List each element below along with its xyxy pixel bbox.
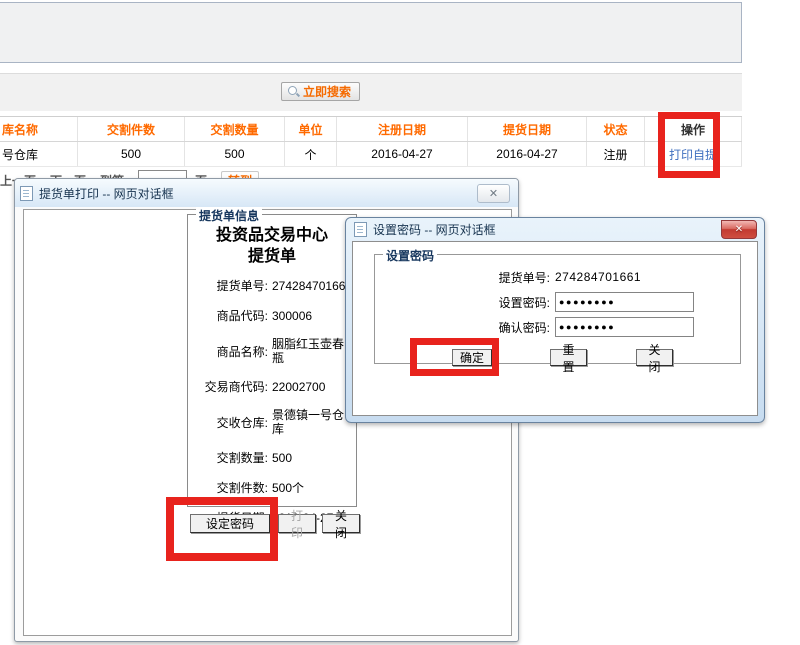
field-label: 交割数量: xyxy=(194,449,268,466)
doc-title-line2: 提货单 xyxy=(188,246,356,267)
order-number-value: 274284701661 xyxy=(555,270,641,284)
highlight-box-action-column xyxy=(658,112,720,178)
search-button[interactable]: 立即搜索 xyxy=(281,82,360,101)
quantity-value: 500 xyxy=(272,451,292,465)
reset-button[interactable]: 重置 xyxy=(550,349,587,366)
search-button-label: 立即搜索 xyxy=(303,83,351,100)
password-dialog-title: 设置密码 -- 网页对话框 xyxy=(373,221,496,238)
password-dialog-body: 设置密码 提货单号: 274284701661 设置密码: ●●●●●●●● 确… xyxy=(352,241,758,416)
cell-warehouse: 号仓库 xyxy=(0,142,78,166)
cell-delivery-quantity: 500 xyxy=(185,142,285,166)
order-number-label: 提货单号: xyxy=(375,269,550,286)
search-panel xyxy=(0,73,742,111)
print-button[interactable]: 打印 xyxy=(278,514,316,533)
field-label: 交收仓库: xyxy=(194,414,268,431)
cell-delivery-pieces: 500 xyxy=(78,142,185,166)
field-label: 商品代码: xyxy=(194,307,268,324)
print-dialog-titlebar: 提货单打印 -- 网页对话框 xyxy=(15,179,518,207)
header-warehouse: 库名称 xyxy=(0,117,78,141)
highlight-box-ok-button xyxy=(410,338,499,376)
set-password-input[interactable]: ●●●●●●●● xyxy=(555,292,694,312)
set-password-legend: 设置密码 xyxy=(383,247,437,264)
password-dialog-close-icon[interactable]: ✕ xyxy=(721,220,757,239)
document-icon xyxy=(20,186,33,201)
trader-code-value: 22002700 xyxy=(272,380,325,394)
header-pickup-date: 提货日期 xyxy=(468,117,587,141)
header-status: 状态 xyxy=(587,117,645,141)
password-dialog-titlebar: 设置密码 -- 网页对话框 xyxy=(346,218,764,241)
product-code-value: 300006 xyxy=(272,309,312,323)
confirm-password-label: 确认密码: xyxy=(375,319,550,336)
search-icon xyxy=(288,86,299,97)
cell-pickup-date: 2016-04-27 xyxy=(468,142,587,166)
doc-title-line1: 投资品交易中心 xyxy=(188,225,356,246)
cell-unit: 个 xyxy=(285,142,337,166)
set-password-label: 设置密码: xyxy=(375,294,550,311)
field-label: 交易商代码: xyxy=(194,378,268,395)
confirm-password-input[interactable]: ●●●●●●●● xyxy=(555,317,694,337)
close-button[interactable]: 关闭 xyxy=(322,514,360,533)
warehouse-value: 景德镇一号仓库 xyxy=(272,408,352,436)
close-button[interactable]: 关闭 xyxy=(636,349,673,366)
field-label: 交割件数: xyxy=(194,479,268,496)
print-dialog-title: 提货单打印 -- 网页对话框 xyxy=(39,185,174,202)
delivery-info-legend: 提货单信息 xyxy=(196,207,262,224)
cell-register-date: 2016-04-27 xyxy=(337,142,468,166)
delivery-info-fieldset: 提货单信息 投资品交易中心 提货单 提货单号:274284701661 商品代码… xyxy=(187,214,357,507)
field-label: 商品名称: xyxy=(194,343,268,360)
product-name-value: 胭脂红玉壶春瓶 xyxy=(272,337,352,365)
print-dialog-close-icon[interactable]: ✕ xyxy=(477,184,510,203)
document-icon xyxy=(354,222,367,237)
delivery-info-fields: 提货单号: 274284701661 商品代码: 300006 商品名称:胭脂红玉壶… xyxy=(188,267,356,526)
field-label: 提货单号: xyxy=(194,277,268,294)
order-number-value: 274284701661 xyxy=(272,279,352,293)
top-content-panel xyxy=(0,2,742,63)
table-header-row: 库名称 交割件数 交割数量 单位 注册日期 提货日期 状态 操作 xyxy=(0,116,742,142)
header-delivery-quantity: 交割数量 xyxy=(185,117,285,141)
header-delivery-pieces: 交割件数 xyxy=(78,117,185,141)
header-register-date: 注册日期 xyxy=(337,117,468,141)
cell-status: 注册 xyxy=(587,142,645,166)
highlight-box-set-password-button xyxy=(166,497,278,561)
pieces-value: 500个 xyxy=(272,481,304,495)
header-unit: 单位 xyxy=(285,117,337,141)
table-row: 号仓库 500 500 个 2016-04-27 2016-04-27 注册 打… xyxy=(0,142,742,167)
delivery-table: 库名称 交割件数 交割数量 单位 注册日期 提货日期 状态 操作 号仓库 500… xyxy=(0,116,742,167)
password-dialog: 设置密码 -- 网页对话框 ✕ 设置密码 提货单号: 274284701661 … xyxy=(345,217,765,423)
screen: 立即搜索 库名称 交割件数 交割数量 单位 注册日期 提货日期 状态 操作 号仓… xyxy=(0,0,800,645)
